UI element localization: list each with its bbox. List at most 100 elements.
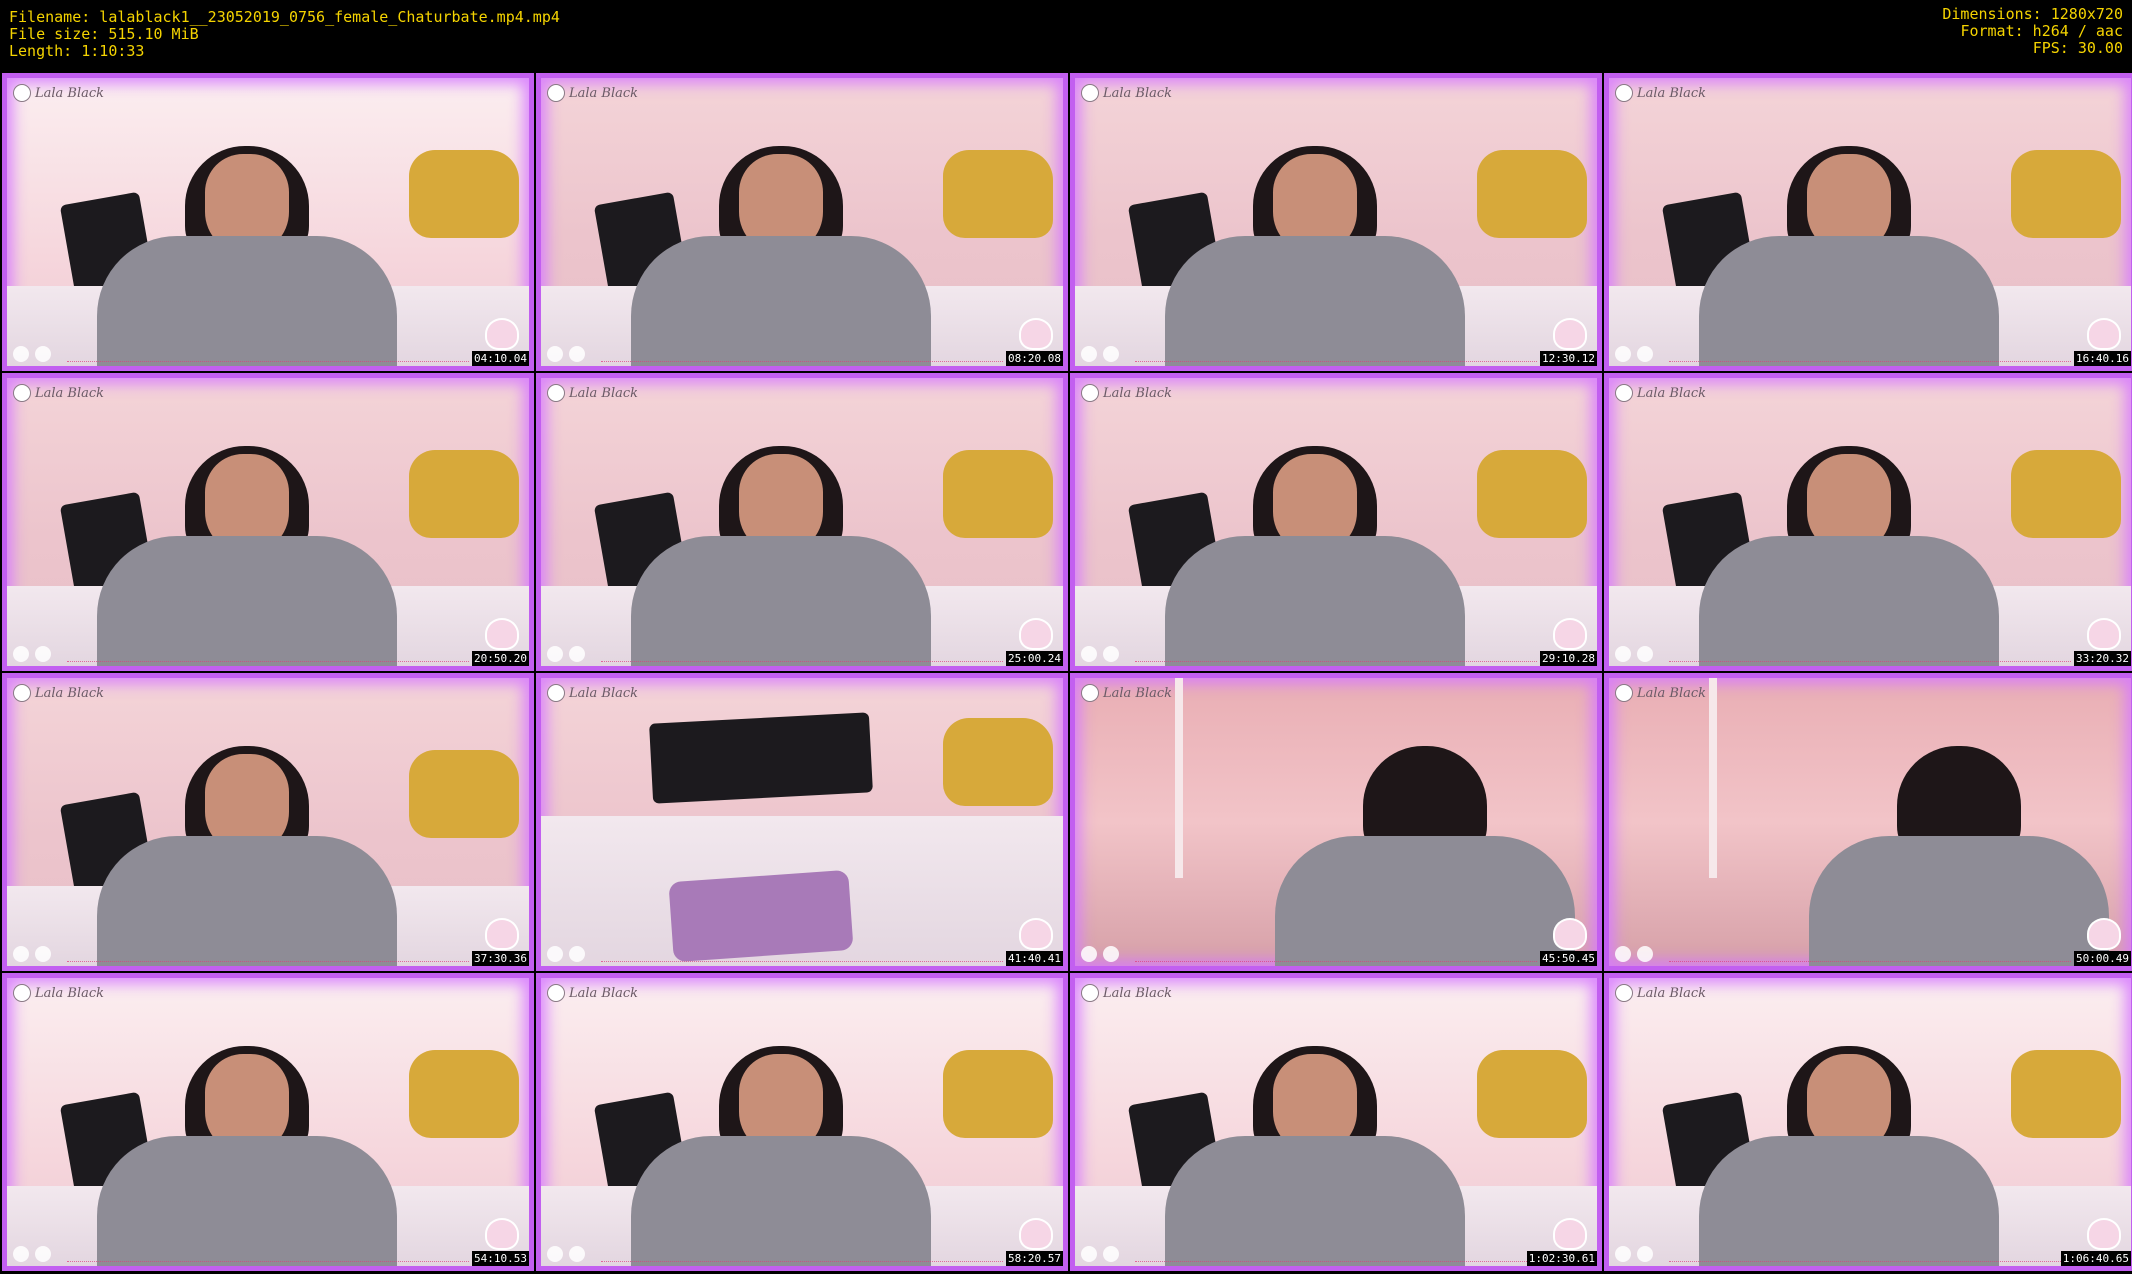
watermark-logo: Lala Black: [547, 384, 638, 402]
yellow-pillow: [2011, 150, 2121, 238]
bunny-icon: [1103, 346, 1119, 362]
thumbnail-timestamp: 58:20.57: [1006, 1251, 1063, 1266]
chat-ticker: [67, 649, 469, 662]
bear-icon: [547, 1246, 563, 1262]
filename-label: Filename: lalablack1__23052019_0756_fema…: [9, 8, 560, 26]
bunny-icon: [35, 346, 51, 362]
person-figure: [631, 446, 931, 666]
video-thumbnail: Lala Black 04:10.04: [2, 73, 534, 371]
yellow-pillow: [943, 450, 1053, 538]
person-figure: [1275, 746, 1575, 966]
bear-icon: [1081, 946, 1097, 962]
watermark-logo: Lala Black: [13, 684, 104, 702]
filesize-label: File size: 515.10 MiB: [9, 25, 199, 43]
watermark-logo: Lala Black: [13, 984, 104, 1002]
watermark-text: Lala Black: [1103, 985, 1173, 1001]
file-info-right: Dimensions: 1280x720 Format: h264 / aac …: [1942, 6, 2123, 57]
bear-icon: [13, 946, 29, 962]
person-figure: [1165, 146, 1465, 366]
thumbnail-timestamp: 20:50.20: [472, 651, 529, 666]
watermark-logo: Lala Black: [1081, 84, 1172, 102]
bear-logo-icon: [547, 684, 565, 702]
file-info-left: Filename: lalablack1__23052019_0756_fema…: [9, 9, 560, 60]
chat-ticker: [1135, 949, 1537, 962]
mascot-icon: [1019, 1218, 1053, 1250]
bear-logo-icon: [1615, 984, 1633, 1002]
watermark-text: Lala Black: [35, 685, 105, 701]
file-info-header: Filename: lalablack1__23052019_0756_fema…: [0, 0, 2132, 72]
yellow-pillow: [1477, 150, 1587, 238]
person-figure: [1165, 1046, 1465, 1266]
person-figure: [1809, 746, 2109, 966]
bunny-icon: [1637, 946, 1653, 962]
person-figure: [1165, 446, 1465, 666]
chat-ticker: [1135, 1249, 1537, 1262]
chat-ticker: [1669, 649, 2071, 662]
thumbnail-timestamp: 12:30.12: [1540, 351, 1597, 366]
video-thumbnail: Lala Black 20:50.20: [2, 373, 534, 671]
watermark-text: Lala Black: [1103, 385, 1173, 401]
bear-logo-icon: [1081, 384, 1099, 402]
thumbnail-timestamp: 29:10.28: [1540, 651, 1597, 666]
bear-icon: [547, 946, 563, 962]
bear-icon: [547, 346, 563, 362]
bear-icon: [13, 346, 29, 362]
bunny-icon: [35, 646, 51, 662]
watermark-logo: Lala Black: [1615, 84, 1706, 102]
corner-icons: [13, 646, 51, 662]
chat-ticker: [1669, 949, 2071, 962]
person-figure: [97, 746, 397, 966]
watermark-text: Lala Black: [35, 85, 105, 101]
chat-ticker: [601, 949, 1003, 962]
bear-icon: [1615, 1246, 1631, 1262]
thumbnail-timestamp: 50:00.49: [2074, 951, 2131, 966]
bunny-icon: [569, 1246, 585, 1262]
video-thumbnail: Lala Black 1:06:40.65: [1604, 973, 2132, 1271]
bear-logo-icon: [1615, 384, 1633, 402]
bear-logo-icon: [1081, 684, 1099, 702]
thumbnail-timestamp: 54:10.53: [472, 1251, 529, 1266]
mascot-icon: [2087, 1218, 2121, 1250]
watermark-text: Lala Black: [35, 985, 105, 1001]
chat-ticker: [67, 949, 469, 962]
mascot-icon: [485, 618, 519, 650]
bear-icon: [13, 646, 29, 662]
person-figure: [97, 1046, 397, 1266]
mascot-icon: [485, 1218, 519, 1250]
yellow-pillow: [943, 718, 1053, 806]
bunny-icon: [1103, 1246, 1119, 1262]
corner-icons: [13, 346, 51, 362]
length-label: Length: 1:10:33: [9, 42, 145, 60]
yellow-pillow: [2011, 1050, 2121, 1138]
video-thumbnail: Lala Black 16:40.16: [1604, 73, 2132, 371]
mascot-icon: [1553, 1218, 1587, 1250]
video-thumbnail: Lala Black 25:00.24: [536, 373, 1068, 671]
corner-icons: [547, 1246, 585, 1262]
mascot-icon: [1553, 618, 1587, 650]
bunny-icon: [35, 946, 51, 962]
mascot-icon: [2087, 918, 2121, 950]
video-thumbnail: Lala Black 08:20.08: [536, 73, 1068, 371]
chat-ticker: [601, 349, 1003, 362]
corner-icons: [547, 646, 585, 662]
bunny-icon: [1637, 1246, 1653, 1262]
bunny-icon: [35, 1246, 51, 1262]
thumbnail-timestamp: 08:20.08: [1006, 351, 1063, 366]
corner-icons: [1615, 1246, 1653, 1262]
mascot-icon: [1553, 918, 1587, 950]
yellow-pillow: [1477, 450, 1587, 538]
watermark-text: Lala Black: [1637, 85, 1707, 101]
watermark-text: Lala Black: [569, 385, 639, 401]
bunny-icon: [569, 346, 585, 362]
yellow-pillow: [1477, 1050, 1587, 1138]
fps-label: FPS: 30.00: [2032, 39, 2123, 57]
bear-logo-icon: [1081, 84, 1099, 102]
person-figure: [1699, 1046, 1999, 1266]
watermark-text: Lala Black: [1637, 385, 1707, 401]
bear-logo-icon: [1615, 684, 1633, 702]
watermark-text: Lala Black: [569, 85, 639, 101]
bunny-icon: [569, 646, 585, 662]
bear-icon: [13, 1246, 29, 1262]
bunny-icon: [1637, 646, 1653, 662]
bear-icon: [1615, 946, 1631, 962]
